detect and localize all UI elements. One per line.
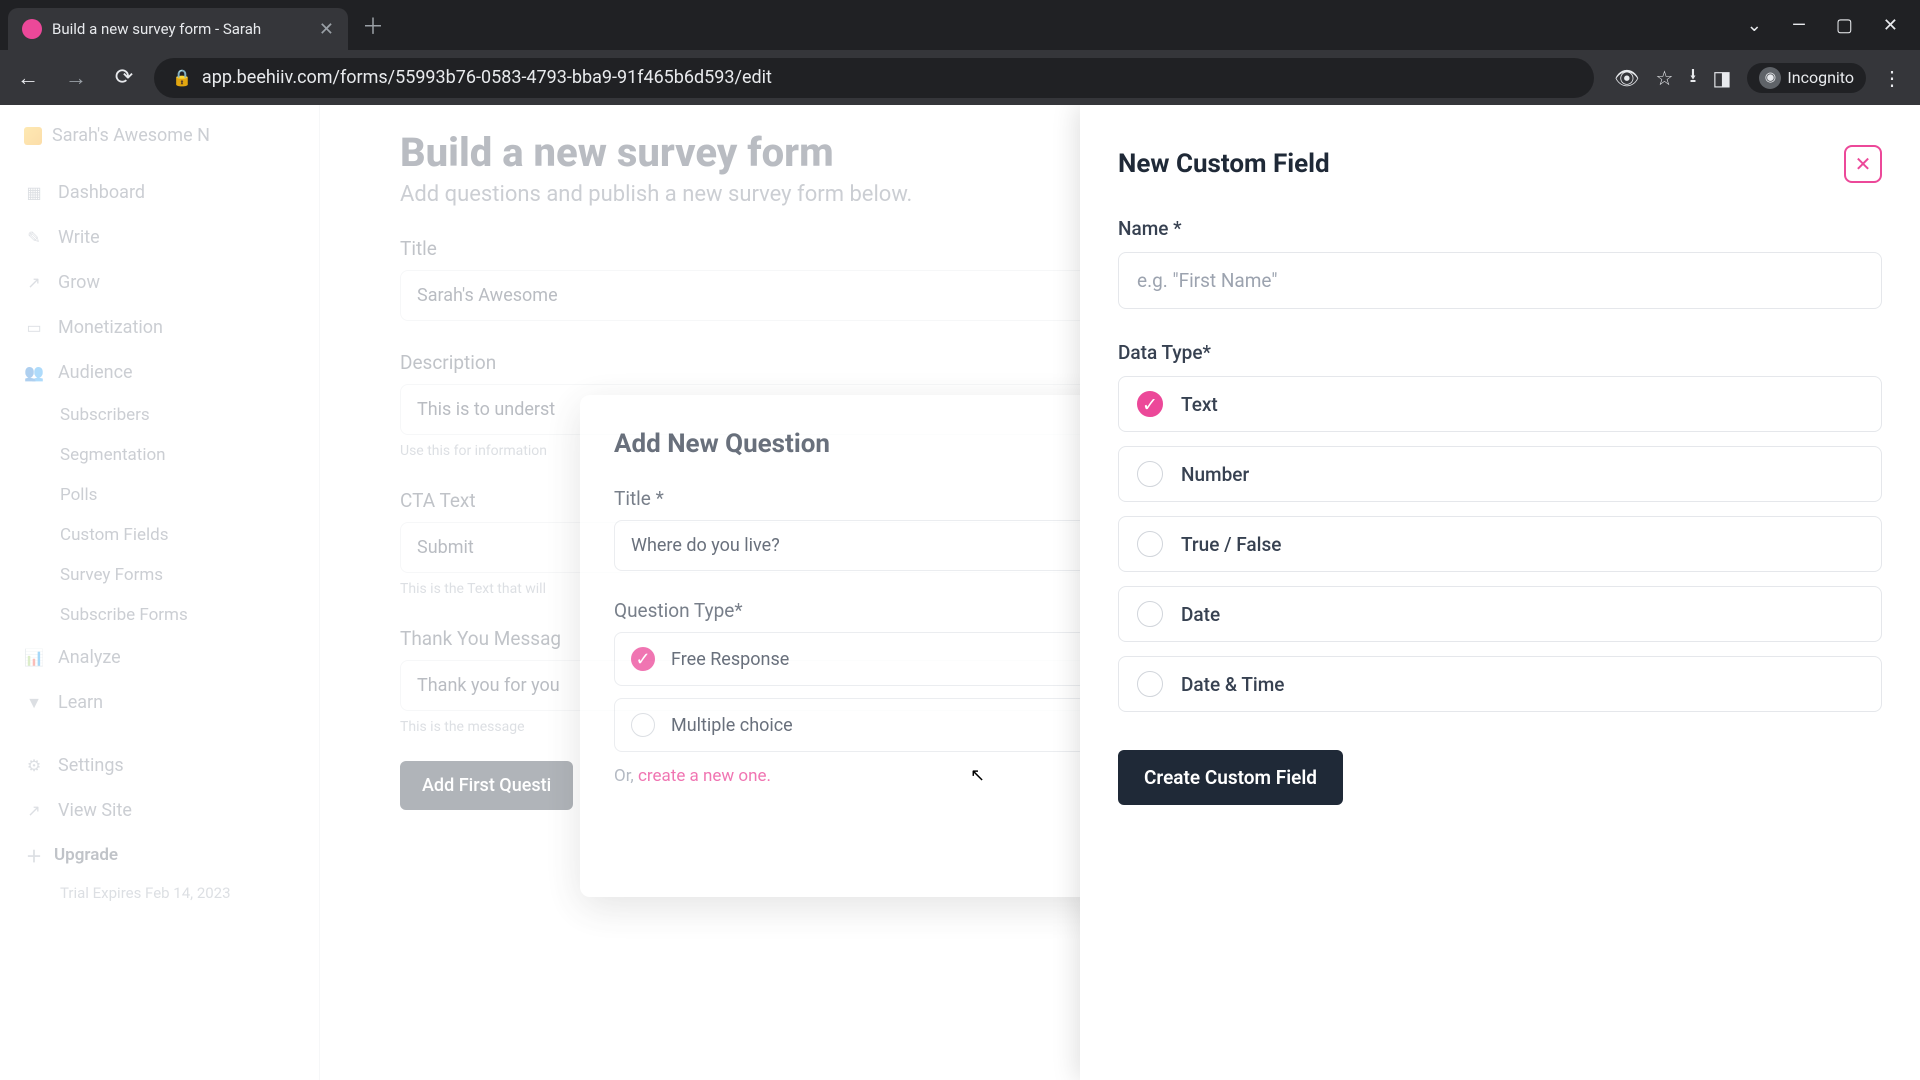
sidebar-item-segmentation[interactable]: Segmentation <box>0 435 319 475</box>
sidebar-item-custom-fields[interactable]: Custom Fields <box>0 515 319 555</box>
lock-icon: 🔒 <box>172 68 192 87</box>
sidebar-label: Analyze <box>58 647 121 668</box>
custom-field-name-input[interactable] <box>1118 252 1882 309</box>
plus-icon: ＋ <box>24 845 44 865</box>
browser-tab[interactable]: Build a new survey form - Sarah ✕ <box>8 8 348 50</box>
sidebar-label: Learn <box>58 692 103 713</box>
bulb-icon: ▼ <box>24 693 44 713</box>
sidebar-label: Monetization <box>58 317 163 338</box>
drawer-label-datatype: Data Type* <box>1118 341 1882 364</box>
dtype-label: Number <box>1181 463 1249 486</box>
new-custom-field-drawer: New Custom Field ✕ Name * Data Type* ✓ T… <box>1080 105 1920 1080</box>
sidebar-item-subscribe-forms[interactable]: Subscribe Forms <box>0 595 319 635</box>
drawer-close-button[interactable]: ✕ <box>1844 145 1882 183</box>
people-icon: 👥 <box>24 363 44 383</box>
radio-checked-icon: ✓ <box>631 647 655 671</box>
new-tab-button[interactable]: ＋ <box>362 9 384 41</box>
eye-off-icon[interactable]: 👁 <box>1614 66 1639 90</box>
dtype-option-boolean[interactable]: True / False <box>1118 516 1882 572</box>
add-first-question-button[interactable]: Add First Questi <box>400 761 573 810</box>
radio-unchecked-icon <box>1137 461 1163 487</box>
qtype-label: Free Response <box>671 649 789 670</box>
downloads-icon[interactable]: ⭳ <box>1689 61 1696 95</box>
sidebar-item-grow[interactable]: ↗ Grow <box>0 260 319 305</box>
drawer-label-name: Name * <box>1118 217 1882 240</box>
url-text: app.beehiiv.com/forms/55993b76-0583-4793… <box>202 67 772 88</box>
dtype-option-text[interactable]: ✓ Text <box>1118 376 1882 432</box>
workspace-icon <box>24 127 42 145</box>
sidebar-item-monetization[interactable]: ▭ Monetization <box>0 305 319 350</box>
dtype-label: Date & Time <box>1181 673 1285 696</box>
sidebar-label: Audience <box>58 362 133 383</box>
maximize-icon[interactable]: ▢ <box>1836 15 1853 36</box>
sidebar-item-view-site[interactable]: ↗ View Site <box>0 788 319 833</box>
grid-icon: ▦ <box>24 183 44 203</box>
dtype-label: True / False <box>1181 533 1281 556</box>
card-icon: ▭ <box>24 318 44 338</box>
incognito-chip[interactable]: ◉ Incognito <box>1747 63 1866 93</box>
create-custom-field-button[interactable]: Create Custom Field <box>1118 750 1343 805</box>
upgrade-label: Upgrade <box>54 845 118 865</box>
or-prefix: Or, <box>614 766 638 786</box>
workspace-name: Sarah's Awesome N <box>52 125 210 146</box>
sidebar-item-write[interactable]: ✎ Write <box>0 215 319 260</box>
minimize-icon[interactable]: ― <box>1792 15 1806 36</box>
close-window-icon[interactable]: ✕ <box>1883 15 1898 36</box>
gear-icon: ⚙ <box>24 756 44 776</box>
sidebar-item-analyze[interactable]: 📊 Analyze <box>0 635 319 680</box>
dtype-option-number[interactable]: Number <box>1118 446 1882 502</box>
browser-toolbar: ← → ⟳ 🔒 app.beehiiv.com/forms/55993b76-0… <box>0 50 1920 105</box>
sidebar-label: Write <box>58 227 100 248</box>
sidebar-item-polls[interactable]: Polls <box>0 475 319 515</box>
close-tab-icon[interactable]: ✕ <box>319 19 334 40</box>
panel-icon[interactable]: ◨ <box>1712 66 1731 90</box>
sidebar-item-subscribers[interactable]: Subscribers <box>0 395 319 435</box>
upgrade-button[interactable]: ＋ Upgrade <box>0 833 319 877</box>
workspace-selector[interactable]: Sarah's Awesome N <box>0 125 319 170</box>
radio-unchecked-icon <box>1137 531 1163 557</box>
close-icon: ✕ <box>1855 152 1872 176</box>
dtype-option-datetime[interactable]: Date & Time <box>1118 656 1882 712</box>
pencil-icon: ✎ <box>24 228 44 248</box>
sidebar-item-dashboard[interactable]: ▦ Dashboard <box>0 170 319 215</box>
incognito-icon: ◉ <box>1759 67 1781 89</box>
address-bar[interactable]: 🔒 app.beehiiv.com/forms/55993b76-0583-47… <box>154 58 1594 98</box>
browser-titlebar: Build a new survey form - Sarah ✕ ＋ ⌄ ― … <box>0 0 1920 50</box>
sidebar-item-settings[interactable]: ⚙ Settings <box>0 743 319 788</box>
chart-icon: 📊 <box>24 648 44 668</box>
sidebar-item-survey-forms[interactable]: Survey Forms <box>0 555 319 595</box>
reload-button[interactable]: ⟳ <box>106 60 142 96</box>
sidebar-label: Dashboard <box>58 182 145 203</box>
radio-unchecked-icon <box>1137 671 1163 697</box>
qtype-label: Multiple choice <box>671 715 793 736</box>
sidebar-label: Settings <box>58 755 124 776</box>
sidebar: Sarah's Awesome N ▦ Dashboard ✎ Write ↗ Gro… <box>0 105 320 1080</box>
forward-button[interactable]: → <box>58 60 94 96</box>
dtype-label: Text <box>1181 393 1218 416</box>
back-button[interactable]: ← <box>10 60 46 96</box>
trial-text: Trial Expires Feb 14, 2023 <box>0 877 319 904</box>
drawer-title: New Custom Field <box>1118 149 1330 179</box>
tabs-dropdown-icon[interactable]: ⌄ <box>1747 15 1762 36</box>
window-controls: ⌄ ― ▢ ✕ <box>1747 15 1912 36</box>
incognito-label: Incognito <box>1787 68 1854 87</box>
tab-title: Build a new survey form - Sarah <box>52 20 309 38</box>
dtype-label: Date <box>1181 603 1220 626</box>
create-new-link[interactable]: create a new one. <box>638 766 771 786</box>
sidebar-label: Grow <box>58 272 100 293</box>
sidebar-label: View Site <box>58 800 132 821</box>
external-icon: ↗ <box>24 801 44 821</box>
trend-icon: ↗ <box>24 273 44 293</box>
dtype-option-date[interactable]: Date <box>1118 586 1882 642</box>
bookmark-icon[interactable]: ☆ <box>1656 66 1674 90</box>
radio-unchecked-icon <box>631 713 655 737</box>
radio-checked-icon: ✓ <box>1137 391 1163 417</box>
favicon-icon <box>22 19 42 39</box>
sidebar-item-audience[interactable]: 👥 Audience <box>0 350 319 395</box>
app-viewport: Sarah's Awesome N ▦ Dashboard ✎ Write ↗ Gro… <box>0 105 1920 1080</box>
radio-unchecked-icon <box>1137 601 1163 627</box>
menu-icon[interactable]: ⋮ <box>1882 66 1902 90</box>
sidebar-item-learn[interactable]: ▼ Learn <box>0 680 319 725</box>
